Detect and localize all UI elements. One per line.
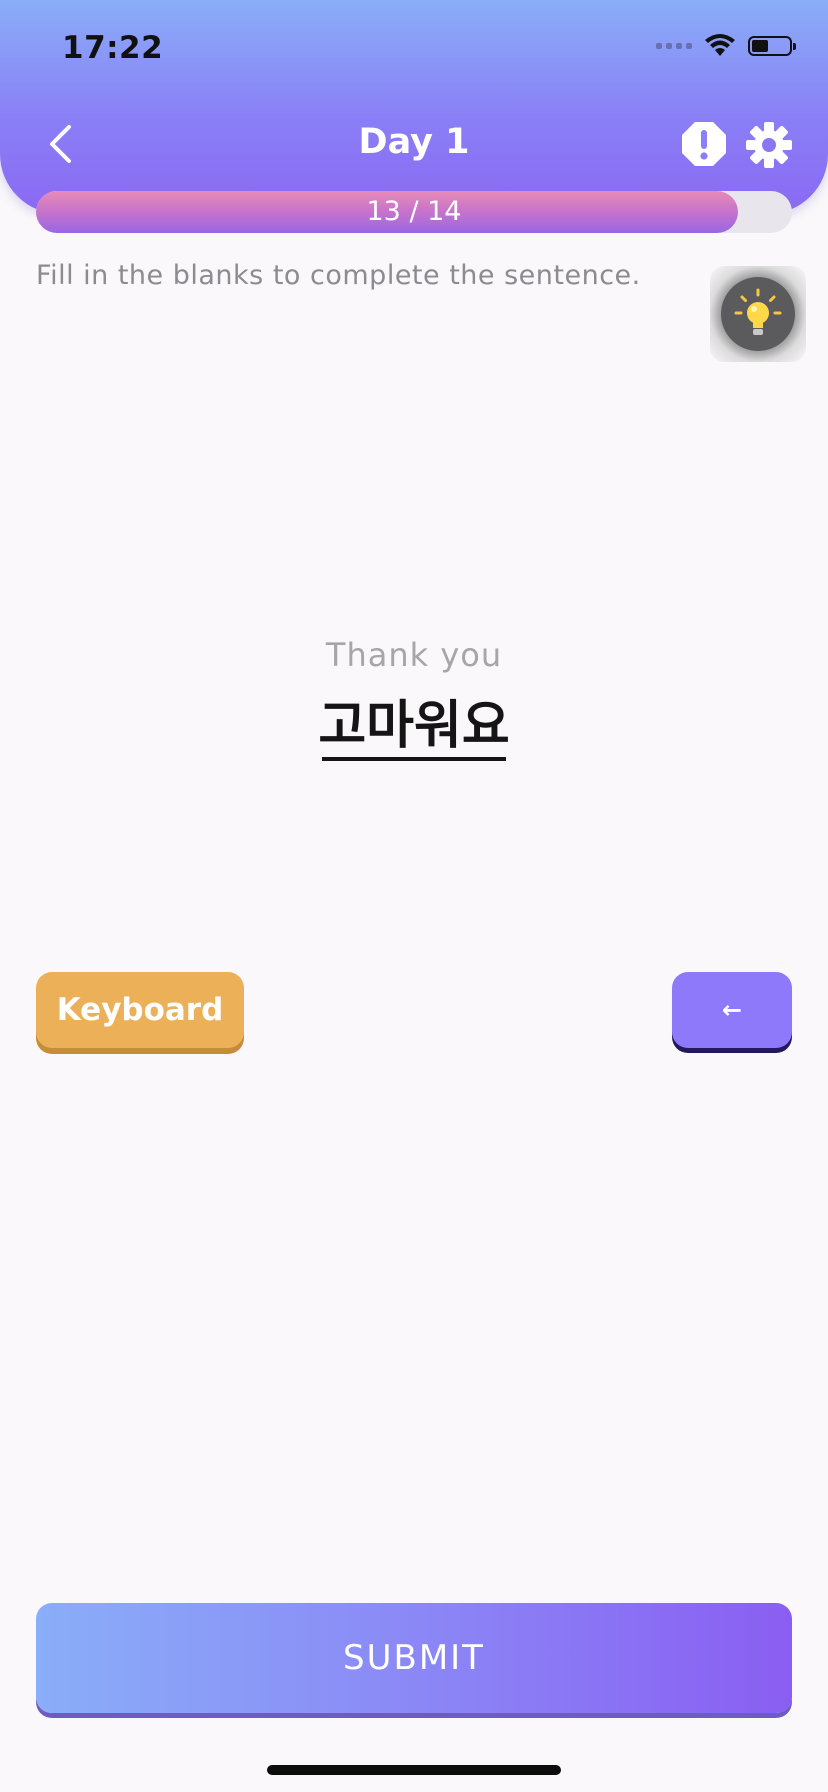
- keyboard-button[interactable]: Keyboard: [36, 972, 244, 1048]
- korean-answer: 고마워요: [318, 696, 510, 756]
- lightbulb-icon: [734, 288, 782, 335]
- battery-level: [752, 40, 768, 52]
- header-bar: 17:22 Day 1: [0, 0, 828, 214]
- home-indicator: [267, 1765, 561, 1775]
- progress-label: 13 / 14: [366, 196, 462, 227]
- progress-bar: 13 / 14: [36, 191, 792, 233]
- battery-icon: [748, 36, 796, 56]
- instruction-text: Fill in the blanks to complete the sente…: [36, 260, 641, 291]
- cellular-signal-icon: [656, 43, 692, 49]
- gear-icon[interactable]: [744, 120, 794, 170]
- english-prompt: Thank you: [325, 636, 503, 674]
- status-icons: [656, 34, 796, 58]
- alert-octagon-icon[interactable]: [680, 120, 728, 168]
- answer-underline: [322, 757, 506, 761]
- submit-button[interactable]: SUBMIT: [36, 1603, 792, 1713]
- wifi-icon: [705, 34, 735, 56]
- hint-button[interactable]: [710, 266, 806, 362]
- backspace-button[interactable]: ←: [672, 972, 792, 1048]
- status-time: 17:22: [62, 30, 164, 66]
